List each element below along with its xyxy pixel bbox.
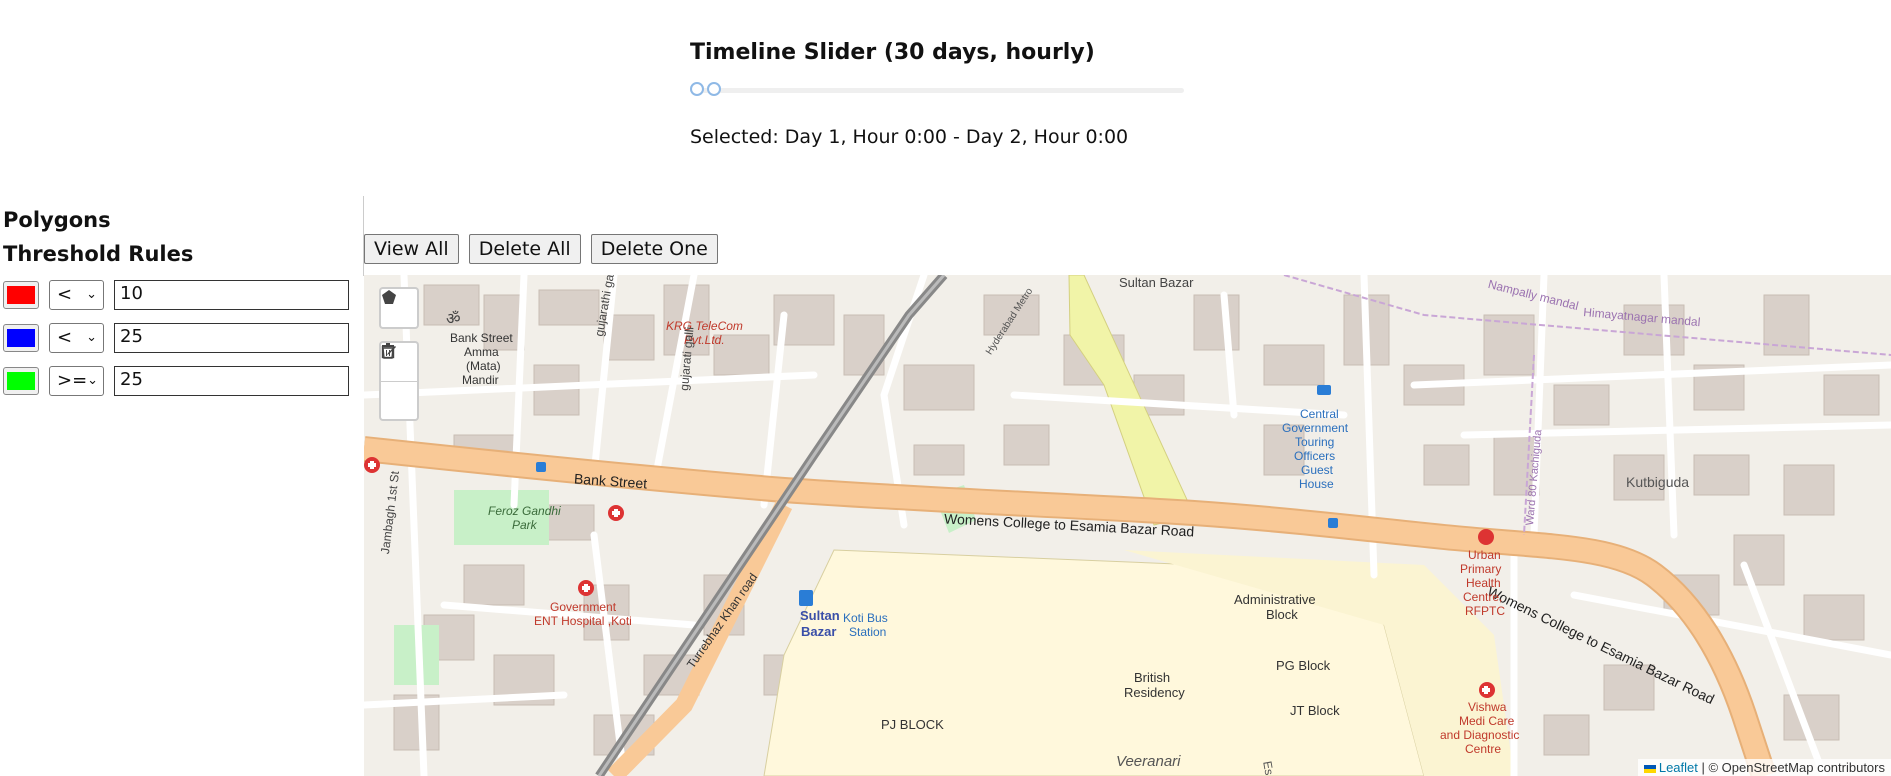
ukraine-flag-icon [1643,764,1656,773]
map-label: Administrative [1234,592,1316,607]
chevron-down-icon: ⌄ [86,287,97,302]
map-label: Feroz Gandhi [488,504,561,518]
map-label: Es [1260,760,1277,776]
map-label: British [1134,670,1171,685]
rule-value-input[interactable]: 25 [114,322,349,353]
map-label: Koti Bus [843,611,888,625]
map-label: Health [1466,576,1501,590]
rule-operator-select[interactable]: < ⌄ [49,322,104,353]
edit-toolbar [379,341,419,421]
map-label: Government [550,600,617,614]
rule-color-picker[interactable] [3,323,39,352]
map-label: Urban [1468,548,1501,562]
map-label: Central [1300,407,1339,421]
rule-color-picker[interactable] [3,280,39,309]
timeline-slider-track[interactable] [690,82,1184,96]
threshold-rules-heading: Threshold Rules [3,242,194,266]
map-toolbar: View All Delete All Delete One [364,234,718,264]
map-label: Sultan [800,608,840,623]
rule-operator-select[interactable]: >= ⌄ [49,365,104,396]
map-label: KRG TeleCom [666,319,743,333]
map-label: Vishwa [1468,700,1507,714]
map-label: (Mata) [466,359,501,373]
chevron-down-icon: ⌄ [87,373,99,388]
timeline-selected-range: Selected: Day 1, Hour 0:00 - Day 2, Hour… [690,126,1129,148]
polygon-icon[interactable] [381,289,417,327]
rule-operator-select[interactable]: < ⌄ [49,279,104,310]
map-label: Kutbiguda [1626,474,1690,490]
delete-one-button[interactable]: Delete One [590,234,718,264]
map-label: House [1299,477,1334,491]
rule-value-input[interactable]: 25 [114,365,349,396]
rule-color-swatch [7,328,35,347]
map-label: Guest [1301,463,1334,477]
rule-color-swatch [7,285,35,304]
sidebar: Polygons Threshold Rules < ⌄ 10 < ⌄ 25 >= ⌄… [0,208,360,407]
map-label: Residency [1124,685,1185,700]
map-label: Officers [1294,449,1336,463]
chevron-down-icon: ⌄ [86,330,97,345]
threshold-rule-row: < ⌄ 10 [3,278,360,311]
map-label: Mandir [462,373,499,387]
threshold-rule-row: >= ⌄ 25 [3,364,360,397]
map-label: Medi Care [1459,714,1515,728]
map-label: Government [1282,421,1349,435]
map-label: Touring [1295,435,1335,449]
map-label: Block [1266,607,1298,622]
map-label: RFPTC [1465,604,1505,618]
map-label: Bank Street [450,331,513,345]
map-label: Bazar [801,624,837,639]
map-label: Veeranari [1116,753,1181,770]
rule-color-swatch [7,371,35,390]
map-label: Park [512,518,537,532]
rule-color-picker[interactable] [3,366,39,395]
trash-icon[interactable] [381,343,417,420]
timeline-end-handle[interactable] [706,82,721,96]
view-all-button[interactable]: View All [364,234,459,264]
map-label: Centre, [1463,590,1503,604]
map-label: PG Block [1276,658,1331,673]
map-label: Centre [1465,742,1502,756]
map-label: ENT Hospital ,Koti [534,614,632,628]
map-label: JT Block [1290,703,1340,718]
map-label: PJ BLOCK [881,717,944,732]
timeline-title: Timeline Slider (30 days, hourly) [690,40,1095,65]
timeline-start-handle[interactable] [690,82,704,96]
delete-all-button[interactable]: Delete All [468,234,581,264]
map-label: Sultan Bazar [1119,275,1194,290]
timeline-section: Timeline Slider (30 days, hourly) Select… [690,40,1190,148]
map-label: Station [849,625,887,639]
rule-value-input[interactable]: 10 [114,279,349,310]
map-label: and Diagnostic [1440,728,1520,742]
leaflet-link[interactable]: Leaflet [1659,760,1698,775]
attribution-text: | © OpenStreetMap contributors [1697,760,1886,775]
map-attribution: Leaflet | © OpenStreetMap contributors [1637,759,1891,776]
map-view[interactable]: Sultan Bazar KRG TeleCom Pvt.Ltd. gujara… [364,275,1891,776]
polygons-heading: Polygons [3,208,111,232]
map-label: Primary [1460,562,1502,576]
map-label: Amma [464,345,499,359]
threshold-rule-row: < ⌄ 25 [3,321,360,354]
om-icon: ॐ [446,311,461,328]
draw-toolbar [379,287,419,329]
